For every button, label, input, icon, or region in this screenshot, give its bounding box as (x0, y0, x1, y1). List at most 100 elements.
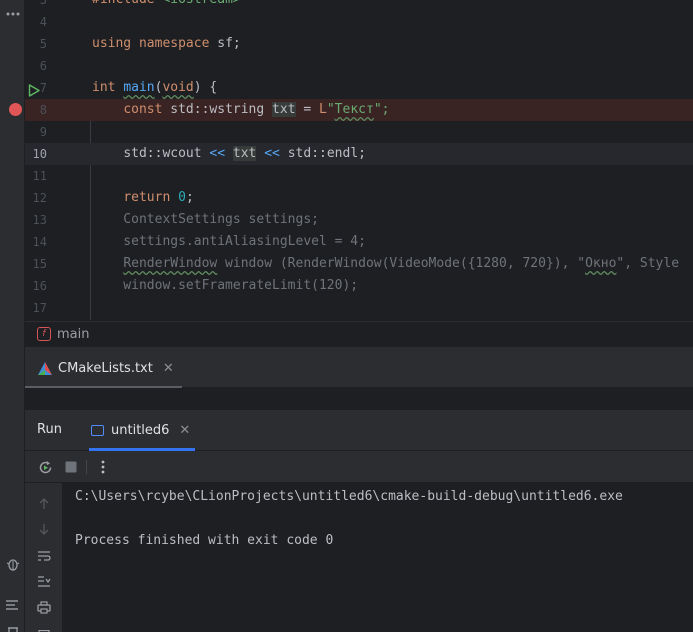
code-line[interactable]: 6 (25, 55, 693, 77)
code-token: int (92, 80, 124, 95)
code-token: main (123, 80, 155, 95)
console-icon (91, 425, 104, 436)
line-number: 16 (32, 279, 47, 293)
code-line[interactable]: 5 using namespace sf; (25, 33, 693, 55)
print-icon[interactable] (36, 599, 52, 615)
code-line[interactable]: 16 window.setFramerateLimit(120); (25, 275, 693, 297)
code-line[interactable]: 17 (25, 297, 693, 319)
code-token: << (256, 146, 288, 161)
console-line: C:\Users\rcybe\CLionProjects\untitled6\c… (75, 489, 623, 504)
code-token: #include (92, 0, 162, 7)
code-token: return (123, 190, 179, 205)
line-number: 8 (39, 103, 47, 117)
code-token: using (92, 36, 139, 51)
soft-wrap-icon[interactable] (36, 548, 52, 564)
debug-bug-icon[interactable] (0, 553, 25, 575)
code-token: namespace (138, 36, 218, 51)
rerun-icon[interactable] (37, 459, 53, 475)
code-line[interactable]: 11 (25, 165, 693, 187)
run-main-icon[interactable] (28, 82, 40, 101)
scroll-to-end-icon[interactable] (36, 573, 52, 589)
close-icon[interactable]: ✕ (163, 361, 174, 376)
code-token: ) { (193, 80, 218, 95)
code-text: window.setFramerateLimit(120); (92, 275, 358, 297)
run-tab-label: untitled6 (111, 423, 170, 438)
structure-icon[interactable] (0, 594, 25, 616)
trash-icon[interactable] (0, 620, 25, 632)
code-token: const (123, 102, 171, 117)
code-token: << (209, 146, 233, 161)
code-token: 0 (178, 190, 186, 205)
stop-icon[interactable] (63, 459, 79, 475)
code-editor[interactable]: 3 #include <iostream> 4 5 using namespace sf… (25, 0, 693, 321)
code-text: using namespace sf; (92, 33, 241, 55)
function-icon: f (37, 327, 51, 341)
code-token: sf (217, 36, 233, 51)
line-number: 9 (39, 125, 47, 139)
console-side-toolbar (25, 483, 62, 632)
line-number: 17 (32, 301, 47, 315)
code-token: ", Style (616, 256, 680, 271)
tool-window-strip (0, 0, 25, 632)
code-token: :: (311, 146, 327, 161)
code-token: :: (193, 102, 210, 117)
line-number: 4 (39, 15, 47, 29)
code-line[interactable]: 13 ContextSettings settings; (25, 209, 693, 231)
line-number: 15 (32, 257, 47, 271)
line-number: 11 (32, 169, 47, 183)
more-icon[interactable] (0, 3, 25, 25)
close-icon[interactable]: ✕ (179, 423, 190, 438)
code-line[interactable]: 12 return 0; (25, 187, 693, 209)
more-options-icon[interactable] (95, 459, 111, 475)
code-line[interactable]: 7 int main(void) { (25, 77, 693, 99)
code-line[interactable]: 15 RenderWindow window (RenderWindow(Vid… (25, 253, 693, 275)
code-line[interactable]: 14 settings.antiAliasingLevel = 4; (25, 231, 693, 253)
arrow-up-icon[interactable] (36, 495, 52, 511)
breakpoint-icon[interactable] (9, 103, 22, 116)
clear-icon[interactable] (36, 625, 52, 632)
code-token: <iostream> (162, 0, 240, 7)
code-token: txt (272, 102, 296, 117)
code-token: = (295, 102, 320, 117)
code-text: return 0; (92, 187, 193, 209)
editor-tab-bar: CMakeLists.txt ✕ (25, 346, 693, 389)
code-text: int main(void) { (92, 77, 217, 99)
code-token: RenderWindow (123, 256, 218, 271)
run-console-output[interactable]: C:\Users\rcybe\CLionProjects\untitled6\c… (62, 483, 693, 632)
arrow-down-icon[interactable] (36, 521, 52, 537)
code-line[interactable]: 8 const std::wstring txt = L"Текст"; (25, 99, 693, 121)
tab-cmakelists[interactable]: CMakeLists.txt ✕ (25, 347, 182, 389)
line-number: 14 (32, 235, 47, 249)
code-token: ; (358, 146, 366, 161)
line-number: 6 (39, 59, 47, 73)
line-number: 5 (39, 37, 47, 51)
line-number: 13 (32, 213, 47, 227)
code-token: "; (373, 102, 390, 117)
breadcrumb-function[interactable]: main (57, 327, 89, 342)
code-token: window.setFramerateLimit(120); (92, 278, 359, 293)
code-token: Окно (585, 256, 617, 271)
code-token: std (287, 146, 312, 161)
code-token: std (123, 146, 147, 161)
code-token: Текст (334, 102, 374, 117)
code-line[interactable]: 10 std::wcout << txt << std::endl; (25, 143, 693, 165)
cmake-icon (38, 361, 52, 375)
run-tool-window-header: Run untitled6 ✕ (25, 410, 693, 451)
code-token: endl (326, 146, 359, 161)
console-line: Process finished with exit code 0 (75, 533, 334, 548)
code-text: #include <iostream> (92, 0, 241, 11)
tab-run-config[interactable]: untitled6 ✕ (89, 410, 195, 451)
breadcrumb[interactable]: f main (25, 321, 693, 346)
code-line[interactable]: 9 (25, 121, 693, 143)
code-text: ContextSettings settings; (92, 209, 319, 231)
code-token: settings.antiAliasingLevel = 4; (92, 234, 366, 249)
code-token: txt (232, 146, 257, 161)
code-token: wstring (209, 102, 273, 117)
code-line[interactable]: 3 #include <iostream> (25, 0, 693, 11)
toolbar-separator (86, 460, 87, 474)
code-line[interactable]: 4 (25, 11, 693, 33)
